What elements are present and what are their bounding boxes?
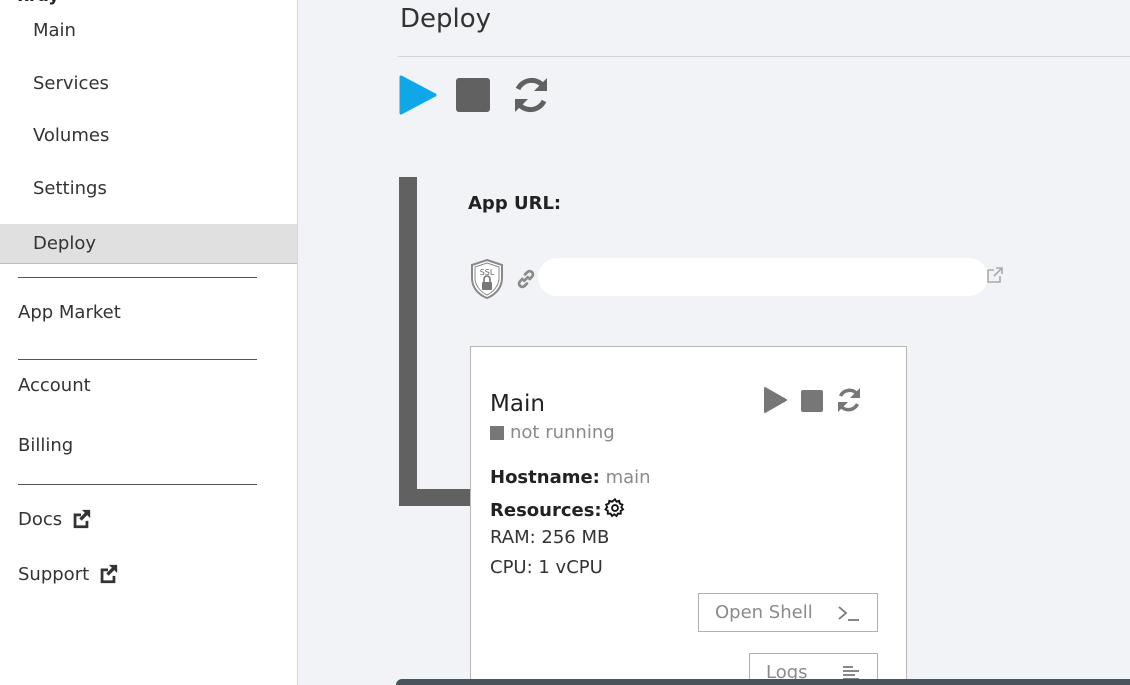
restart-icon[interactable] <box>835 386 863 414</box>
app-url-link[interactable] <box>538 258 988 296</box>
ram-value: RAM: 256 MB <box>490 527 610 548</box>
sidebar-item-settings[interactable]: Settings <box>0 168 297 208</box>
tree-connector-vertical <box>399 177 417 506</box>
sidebar-divider <box>18 484 257 485</box>
restart-icon[interactable] <box>510 74 552 116</box>
account-label: Account <box>18 375 91 396</box>
sidebar-divider <box>18 277 257 278</box>
docs-label: Docs <box>18 508 63 530</box>
resources-label: Resources: <box>490 500 602 521</box>
support-label: Support <box>18 563 90 585</box>
page-title: Deploy <box>400 4 492 34</box>
open-shell-label: Open Shell <box>715 602 813 623</box>
service-status: not running <box>490 422 615 443</box>
gear-icon[interactable] <box>603 497 626 519</box>
sidebar-item-account[interactable]: Account <box>18 375 91 396</box>
stop-icon[interactable] <box>798 386 826 414</box>
sidebar-item-volumes[interactable]: Volumes <box>0 115 297 155</box>
play-icon[interactable] <box>761 386 789 414</box>
app-url-label: App URL: <box>468 193 562 214</box>
stop-icon[interactable] <box>453 74 495 116</box>
bottom-panel-edge <box>396 679 1130 685</box>
play-icon[interactable] <box>397 74 439 116</box>
sidebar-item-docs[interactable]: Docs <box>18 508 92 530</box>
cpu-value: CPU: 1 vCPU <box>490 557 603 578</box>
title-divider <box>398 56 1130 57</box>
sidebar-item-main[interactable]: Main <box>0 10 297 50</box>
sidebar-item-app-market[interactable]: App Market <box>18 302 121 323</box>
service-card: Main not running Hostname: main Resource… <box>470 346 907 685</box>
service-status-text: not running <box>510 422 615 443</box>
app-name: xray <box>18 0 59 6</box>
external-link-icon <box>73 509 91 529</box>
external-link-icon[interactable] <box>985 265 1005 285</box>
link-icon <box>517 269 535 289</box>
sidebar-item-services[interactable]: Services <box>0 63 297 103</box>
app-market-label: App Market <box>18 302 121 323</box>
open-shell-button[interactable]: Open Shell <box>698 593 878 632</box>
sidebar: xray Main Services Volumes Settings Depl… <box>0 0 298 685</box>
sidebar-item-billing[interactable]: Billing <box>18 435 73 456</box>
resources-row: Resources: <box>490 497 626 521</box>
hostname-label: Hostname: <box>490 467 600 488</box>
ssl-shield-icon: SSL <box>471 258 503 300</box>
service-name: Main <box>490 391 545 417</box>
sidebar-divider <box>18 359 257 360</box>
hostname-row: Hostname: main <box>490 467 651 488</box>
status-stopped-icon <box>490 425 504 440</box>
sidebar-item-deploy[interactable]: Deploy <box>0 224 297 264</box>
external-link-icon <box>100 564 118 584</box>
tree-connector-horizontal <box>399 489 471 506</box>
billing-label: Billing <box>18 435 74 456</box>
sidebar-item-support[interactable]: Support <box>18 563 119 585</box>
hostname-value: main <box>605 467 651 488</box>
terminal-icon <box>838 605 859 621</box>
